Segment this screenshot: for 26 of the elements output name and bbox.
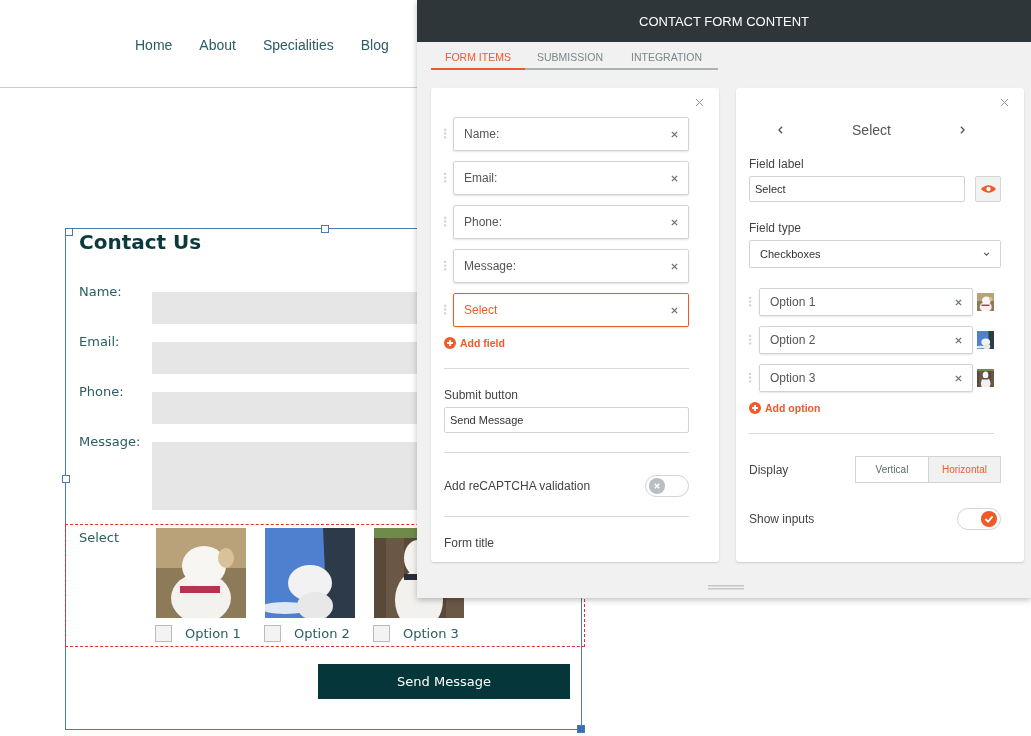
field-caption: Field type: [749, 221, 803, 235]
field-caption: Field label: [749, 157, 805, 171]
field-label: Email:: [79, 334, 121, 351]
field-label: Message:: [79, 434, 142, 451]
option-label: Option 1: [185, 626, 241, 641]
option-text: Option 3: [770, 371, 816, 385]
setting-label: Show inputs: [749, 512, 815, 526]
editor-title: Select: [852, 122, 891, 138]
item-label: Email:: [464, 171, 498, 185]
option-label: Option 2: [294, 626, 350, 641]
field-label: Name:: [79, 284, 123, 301]
item-label: Phone:: [464, 215, 503, 229]
panel-title: CONTACT FORM CONTENT: [639, 13, 809, 29]
setting-label: Add reCAPTCHA validation: [444, 479, 591, 493]
option-text: Option 1: [770, 295, 816, 309]
field-label: Select: [79, 530, 121, 547]
field-label: Phone:: [79, 384, 125, 401]
field-caption: Submit button: [444, 388, 520, 402]
setting-label: Display: [749, 462, 789, 477]
option-text: Option 2: [770, 333, 816, 347]
form-title: Contact Us: [79, 230, 202, 256]
item-label: Message:: [464, 259, 517, 273]
item-label: Name:: [464, 127, 500, 141]
field-caption: Form title: [444, 536, 495, 550]
item-label: Select: [464, 303, 498, 317]
option-label: Option 3: [403, 626, 459, 641]
